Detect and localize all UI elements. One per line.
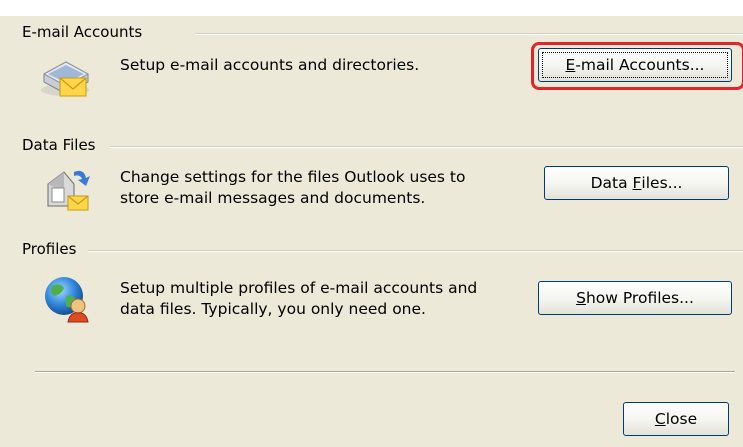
group-rule-data-files (110, 146, 743, 148)
group-rule-profiles (88, 250, 743, 252)
data-files-button-access-key: F (632, 174, 642, 192)
data-files-button[interactable]: Data Files... (544, 166, 729, 200)
data-files-description-line-1: Change settings for the files Outlook us… (120, 168, 466, 186)
close-button-post: lose (665, 410, 698, 428)
show-profiles-button-access-key: S (576, 289, 586, 307)
group-title-email-accounts: E-mail Accounts (22, 23, 149, 41)
email-accounts-button-access-key: E (565, 56, 576, 74)
group-rule-email-accounts (195, 33, 743, 35)
group-title-profiles: Profiles (22, 240, 83, 258)
footer-separator (35, 371, 735, 373)
top-strip (0, 0, 743, 16)
email-accounts-icon (38, 48, 92, 102)
data-files-description-line-2: store e-mail messages and documents. (120, 189, 426, 207)
data-files-button-post: iles... (641, 174, 683, 192)
group-title-data-files: Data Files (22, 136, 102, 154)
email-accounts-button-post: -mail Accounts... (575, 56, 705, 74)
mail-setup-dialog: E-mail Accounts Setup e-mail accounts an… (0, 0, 743, 447)
email-accounts-button[interactable]: E -mail Accounts... (538, 48, 732, 82)
profiles-description: Setup multiple profiles of e-mail accoun… (120, 278, 477, 320)
email-accounts-description-line-1: Setup e-mail accounts and directories. (120, 56, 420, 74)
email-accounts-description: Setup e-mail accounts and directories. (120, 55, 419, 76)
data-files-button-pre: Data (590, 174, 633, 192)
close-button[interactable]: Close (623, 402, 729, 436)
close-button-access-key: C (654, 410, 666, 428)
data-files-icon (40, 162, 94, 216)
data-files-description: Change settings for the files Outlook us… (120, 167, 466, 209)
profiles-description-line-2: data files. Typically, you only need one… (120, 300, 426, 318)
show-profiles-button-post: how Profiles... (585, 289, 694, 307)
profiles-icon (40, 272, 94, 326)
profiles-description-line-1: Setup multiple profiles of e-mail accoun… (120, 279, 478, 297)
show-profiles-button[interactable]: Show Profiles... (538, 281, 732, 315)
